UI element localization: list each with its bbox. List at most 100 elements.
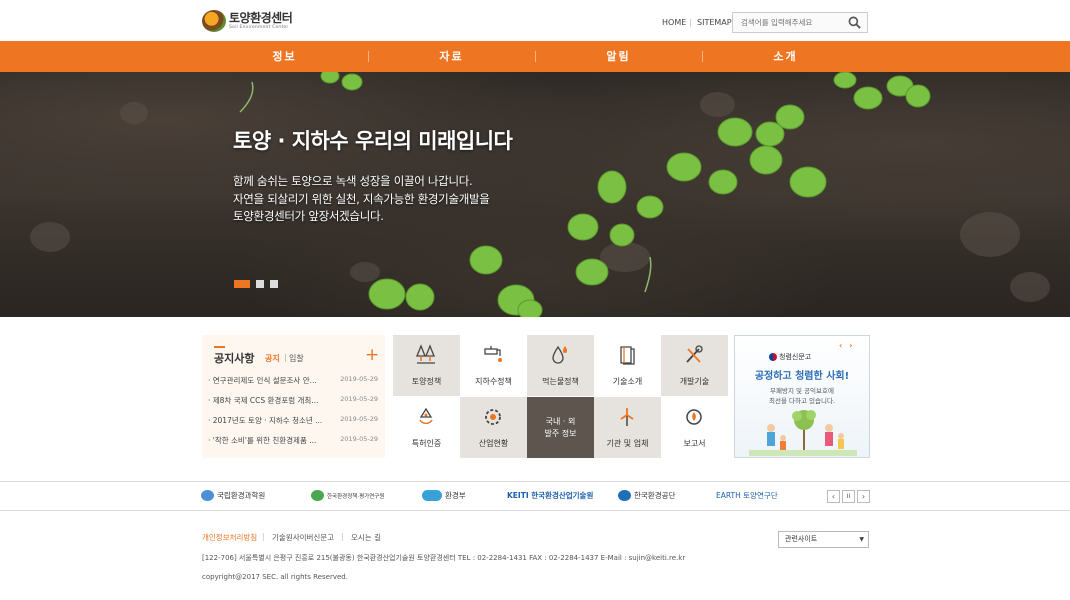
quick-label: 기술소개 <box>612 377 643 386</box>
quick-industry[interactable]: 산업현황 <box>460 397 527 458</box>
logo-icon <box>202 10 226 32</box>
partner-logo-icon <box>311 490 324 501</box>
notice-item[interactable]: · '착한 소비'를 위한 친환경제품 ... 2019-05-29 <box>208 435 380 449</box>
campaign-desc: 부패방지 및 공익보호에 <box>770 387 834 395</box>
notice-item[interactable]: · 연구관리제도 인식 설문조사 안... 2019-05-29 <box>208 375 380 389</box>
notice-item[interactable]: · 제8차 국제 CCS 환경포럼 개최... 2019-05-29 <box>208 395 380 409</box>
trees-icon <box>416 344 435 364</box>
notice-item-title[interactable]: · '착한 소비'를 위한 친환경제품 ... <box>208 435 336 446</box>
related-sites-select[interactable]: 관련사이트 ▼ <box>778 531 869 548</box>
site-logo[interactable]: 토양환경센터 Soil Environment Center <box>202 10 293 32</box>
main-navigation: 정보 자료 알림 소개 <box>0 41 1070 72</box>
footer-privacy-link[interactable]: 개인정보처리방침 <box>202 532 257 543</box>
partner-link[interactable]: EARTH 토양연구단 <box>716 490 778 501</box>
partner-banner-strip: 국립환경과학원 한국환경정책·평가연구원 환경부 KEITI 한국환경산업기술원… <box>0 481 1070 511</box>
quick-report[interactable]: 보고서 <box>661 397 728 458</box>
logo-subtitle: Soil Environment Center <box>229 24 289 30</box>
hero-banner: 토양 · 지하수 우리의 미래입니다 함께 숨쉬는 토양으로 녹색 성장을 이끌… <box>0 72 1070 317</box>
footer-address: [122-706] 서울특별시 은평구 진흥로 215(불광동) 한국환경산업기… <box>202 554 686 562</box>
notice-board: 공지사항 공지 | 입찰 + · 연구관리제도 인식 설문조사 안... 201… <box>202 335 385 458</box>
tab-bid[interactable]: 입찰 <box>289 353 304 364</box>
hero-text-line: 함께 숨쉬는 토양으로 녹색 성장을 이끌어 나갑니다. <box>233 174 473 188</box>
notice-accent-bar <box>214 346 225 348</box>
slide-indicator-active[interactable] <box>234 280 250 288</box>
book-icon <box>620 346 635 365</box>
windmill-icon <box>620 408 634 426</box>
campaign-desc: 최선을 다하고 있습니다. <box>769 397 835 405</box>
nav-about[interactable]: 소개 <box>702 41 869 72</box>
water-drop-icon <box>552 345 567 364</box>
quick-soil-policy[interactable]: 토양정책 <box>393 335 460 396</box>
notice-item[interactable]: · 2017년도 토양 · 지하수 청소년 ... 2019-05-29 <box>208 415 380 429</box>
quick-institutions[interactable]: 기관 및 업체 <box>594 397 661 458</box>
hero-title: 토양 · 지하수 우리의 미래입니다 <box>233 129 513 153</box>
quick-menu-grid: 토양정책 지하수정책 먹는물정책 기술소개 개발기술 특허인증 산업현황 국내 … <box>393 335 728 458</box>
quick-label: 지하수정책 <box>475 377 512 386</box>
quick-label: 산업현황 <box>478 439 509 448</box>
footer-copyright: copyright@2017 SEC. all rights Reserved. <box>202 573 348 581</box>
quick-order-info[interactable]: 국내 · 외 발주 정보 <box>527 397 594 458</box>
partner-link[interactable]: 환경부 <box>422 490 466 501</box>
tab-notice[interactable]: 공지 <box>265 353 280 364</box>
quick-drinking-water-policy[interactable]: 먹는물정책 <box>527 335 594 396</box>
partner-link[interactable]: 한국환경공단 <box>618 490 675 501</box>
slide-indicator[interactable] <box>256 280 264 288</box>
footer-divider: | <box>262 532 265 541</box>
partner-link[interactable]: KEITI 한국환경산업기술원 <box>507 490 593 501</box>
home-link[interactable]: HOME <box>662 18 686 27</box>
partner-pause-button[interactable]: II <box>842 490 855 503</box>
nav-info[interactable]: 정보 <box>201 41 368 72</box>
seedling-image <box>239 72 931 317</box>
integrity-campaign-banner[interactable]: ‹ › 청렴신문고 공정하고 청렴한 사회! 부패방지 및 공익보호에 최선을 … <box>734 335 870 458</box>
recycle-icon <box>419 407 433 425</box>
chevron-down-icon: ▼ <box>859 536 864 543</box>
notice-title: 공지사항 <box>214 352 255 365</box>
notice-item-date: 2019-05-29 <box>340 375 378 383</box>
logo-name: 토양환경센터 <box>229 10 293 25</box>
quick-groundwater-policy[interactable]: 지하수정책 <box>460 335 527 396</box>
quick-label: 특허인증 <box>411 439 442 448</box>
campaign-nav-arrows[interactable]: ‹ › <box>839 341 854 350</box>
notice-item-date: 2019-05-29 <box>340 415 378 423</box>
quick-label: 먹는물정책 <box>542 377 579 386</box>
sitemap-link[interactable]: SITEMAP <box>697 18 732 27</box>
quick-dev-tech[interactable]: 개발기술 <box>661 335 728 396</box>
search-input[interactable] <box>733 13 845 32</box>
quick-label: 개발기술 <box>679 377 710 386</box>
nav-notice[interactable]: 알림 <box>535 41 702 72</box>
nav-data[interactable]: 자료 <box>368 41 535 72</box>
util-divider: | <box>689 18 692 27</box>
partner-next-button[interactable]: › <box>857 490 870 503</box>
partner-logo-icon <box>618 490 631 501</box>
partner-logo-icon <box>422 490 442 501</box>
quick-label: 기관 및 업체 <box>606 439 649 448</box>
report-icon <box>686 409 702 425</box>
campaign-badge: 청렴신문고 <box>779 353 812 361</box>
quick-label: 보고서 <box>683 439 706 448</box>
quick-tech-intro[interactable]: 기술소개 <box>594 335 661 396</box>
notice-item-title[interactable]: · 연구관리제도 인식 설문조사 안... <box>208 375 336 386</box>
footer-directions-link[interactable]: 오시는 길 <box>351 532 381 543</box>
quick-label: 국내 · 외 발주 정보 <box>544 417 577 438</box>
slide-indicator[interactable] <box>270 280 278 288</box>
notice-item-title[interactable]: · 2017년도 토양 · 지하수 청소년 ... <box>208 415 336 426</box>
partner-prev-button[interactable]: ‹ <box>827 490 840 503</box>
gear-icon <box>485 409 501 425</box>
more-plus-icon[interactable]: + <box>365 347 379 364</box>
search-icon[interactable] <box>848 16 861 29</box>
partner-logo-icon <box>201 490 214 501</box>
quick-patent[interactable]: 특허인증 <box>393 397 460 458</box>
search-box <box>732 12 868 33</box>
partner-link[interactable]: 한국환경정책·평가연구원 <box>311 490 384 501</box>
hero-text-line: 토양환경센터가 앞장서겠습니다. <box>233 209 384 223</box>
notice-item-date: 2019-05-29 <box>340 395 378 403</box>
partner-link[interactable]: 국립환경과학원 <box>201 490 265 501</box>
tab-divider: | <box>284 353 287 362</box>
taegeuk-icon <box>769 353 777 361</box>
notice-item-title[interactable]: · 제8차 국제 CCS 환경포럼 개최... <box>208 395 336 406</box>
hero-text-line: 자연을 되살리기 위한 실천, 지속가능한 환경기술개발을 <box>233 192 490 206</box>
quick-label: 토양정책 <box>411 377 442 386</box>
footer-cyber-petition-link[interactable]: 기술원사이버신문고 <box>272 532 334 543</box>
campaign-title: 공정하고 청렴한 사회! <box>754 371 850 382</box>
notice-item-date: 2019-05-29 <box>340 435 378 443</box>
